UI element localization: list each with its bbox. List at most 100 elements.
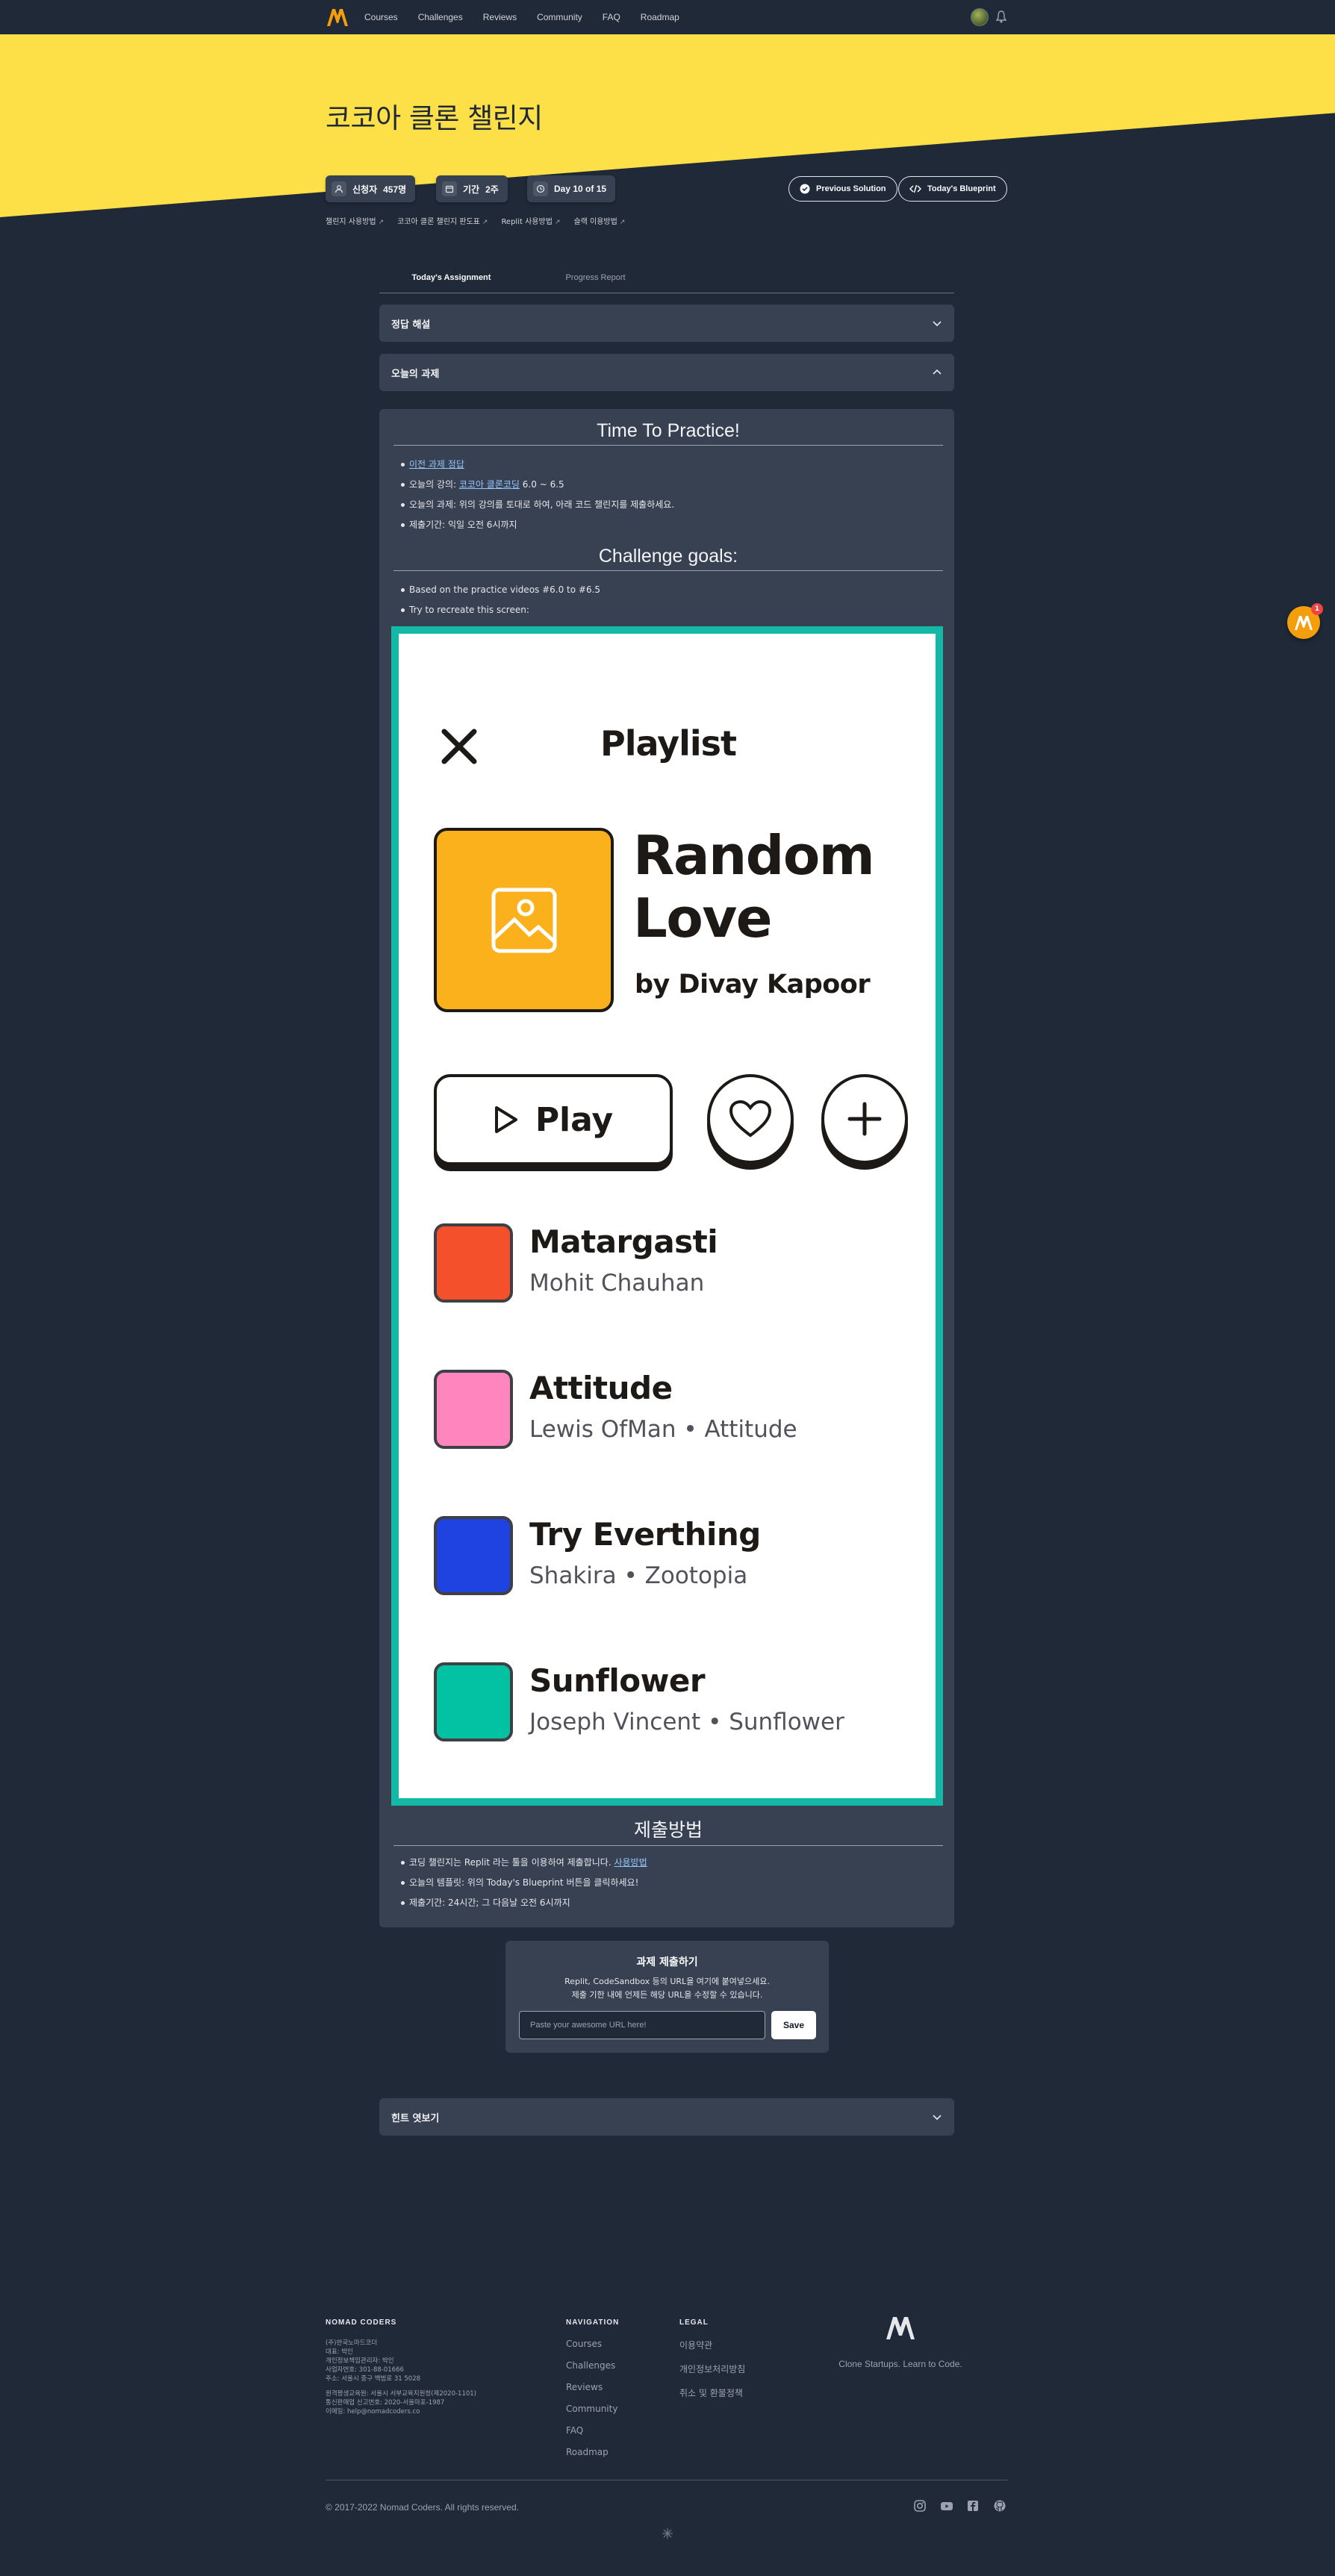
track-cover [434,1370,513,1449]
heart-icon [729,1100,772,1138]
chat-launcher-button[interactable]: 1 [1287,603,1323,639]
play-icon [494,1106,517,1133]
footer-link[interactable]: 이용약관 [679,2339,745,2351]
list-item: 제출기간: 24시간; 그 다음날 오전 6시까지 [401,1897,647,1917]
nav-link-community[interactable]: Community [537,12,582,22]
list-item: 오늘의 강의: 코코아 클론코딩 6.0 ~ 6.5 [400,478,674,499]
page-title: 코코아 클론 챌린지 [326,102,543,134]
footer-link[interactable]: Roadmap [566,2447,619,2457]
external-link-icon: ↗ [554,219,561,226]
list-item: 제출기간: 익일 오전 6시까지 [400,519,674,539]
challenge-screenshot: Playlist Random Love by Divay Kapoor Pla… [391,626,943,1806]
accordion-label: 정답 해설 [391,319,431,331]
nav-link-faq[interactable]: FAQ [603,12,620,22]
track-name: Sunflower [529,1662,706,1699]
help-link[interactable]: 슬랙 이용방법 ↗ [573,215,625,226]
submit-description-line: Replit, CodeSandbox 등의 URL을 여기에 붙여넣으세요. [564,1977,770,1986]
help-link[interactable]: 코코아 클론 챌린지 판도표 ↗ [397,215,488,226]
youtube-icon[interactable] [940,2499,953,2513]
accordion-answer[interactable]: 정답 해설 [379,305,954,342]
top-nav: Courses Challenges Reviews Community FAQ… [0,0,1335,34]
submit-title: 과제 제출하기 [636,1956,698,1968]
track-name: Attitude [529,1370,673,1406]
calendar-icon [442,181,457,196]
badge-value: 2주 [485,184,499,195]
submit-description: Replit, CodeSandbox 등의 URL을 여기에 붙여넣으세요. … [505,1975,829,2002]
album-cover [434,828,614,1012]
check-circle-icon [800,184,810,194]
close-icon [441,729,477,764]
nav-link-challenges[interactable]: Challenges [418,12,463,22]
duration-badge: 기간 2주 [436,175,508,202]
help-link[interactable]: Replit 사용방법 ↗ [501,215,560,226]
submit-form: 과제 제출하기 Replit, CodeSandbox 등의 URL을 여기에 … [505,1941,829,2053]
github-icon[interactable] [993,2499,1006,2513]
track-item: Sunflower Joseph Vincent • Sunflower [434,1662,927,1744]
list-item: Based on the practice videos #6.0 to #6.… [400,584,600,604]
chevron-down-icon [933,321,942,327]
footer-heading: NAVIGATION [566,2318,620,2327]
sparkle-icon [662,2528,673,2539]
accordion-label: 힌트 엿보기 [391,2112,440,2124]
nav-link-reviews[interactable]: Reviews [483,12,517,22]
practice-heading: Time To Practice! [393,420,943,446]
badge-value: 457명 [383,184,407,195]
tab-progress-report[interactable]: Progress Report [523,265,668,293]
notification-count: 1 [1311,603,1323,615]
tab-bar: Today's Assignment Progress Report [379,265,954,293]
track-item: Matargasti Mohit Chauhan [434,1223,927,1306]
footer-company: NOMAD CODERS (주)한국노마드코더 대표: 박인 개인정보책임관리자… [326,2318,520,2416]
nav-link-roadmap[interactable]: Roadmap [641,12,679,22]
previous-answer-link[interactable]: 이전 과제 정답 [409,459,464,470]
external-link-icon: ↗ [619,219,626,226]
nomad-logo-icon [886,2317,915,2339]
submit-method-heading: 제출방법 [393,1815,943,1846]
play-button: Play [434,1074,673,1165]
footer-link[interactable]: FAQ [566,2425,619,2436]
lecture-link[interactable]: 코코아 클론코딩 [459,479,520,490]
copyright: © 2017-2022 Nomad Coders. All rights res… [326,2502,519,2513]
nomad-logo-icon[interactable] [326,7,349,28]
facebook-icon[interactable] [966,2499,980,2513]
footer-link[interactable]: Courses [566,2339,619,2349]
avatar[interactable] [971,8,989,26]
instagram-icon[interactable] [913,2499,927,2513]
list-item: Try to recreate this screen: [400,604,600,624]
help-links: 챌린지 사용방법 ↗ 코코아 클론 챌린지 판도표 ↗ Replit 사용방법 ↗ 슬… [326,215,625,226]
tab-todays-assignment[interactable]: Today's Assignment [379,265,523,293]
day-badge: Day 10 of 15 [527,175,616,202]
badge-value: Day 10 of 15 [554,184,607,194]
accordion-hint[interactable]: 힌트 엿보기 [379,2098,954,2136]
todays-blueprint-button[interactable]: Today's Blueprint [898,176,1007,202]
track-cover [434,1223,513,1303]
playlist-mockup: Playlist Random Love by Divay Kapoor Pla… [399,634,936,1798]
add-button [821,1074,908,1164]
image-icon [491,888,556,952]
footer-link[interactable]: 개인정보처리방침 [679,2363,745,2375]
previous-solution-button[interactable]: Previous Solution [788,176,897,202]
accordion-today[interactable]: 오늘의 과제 [379,354,954,391]
nav-link-courses[interactable]: Courses [364,12,398,22]
chevron-up-icon [933,369,942,375]
submit-method-list: 코딩 챌린지는 Replit 라는 툴을 이용하여 제출합니다. 사용방법 오늘… [401,1856,647,1917]
bell-icon[interactable] [996,10,1006,23]
users-icon [332,181,346,196]
help-link[interactable]: 챌린지 사용방법 ↗ [326,215,384,226]
footer-link[interactable]: Challenges [566,2360,619,2371]
badge-label: 기간 [463,184,480,195]
url-input[interactable]: Paste your awesome URL here! [519,2011,765,2039]
chevron-down-icon [933,2115,942,2121]
footer-link[interactable]: Community [566,2404,619,2414]
applicants-badge: 신청자 457명 [326,175,416,202]
hero-background [0,34,1335,217]
footer-link[interactable]: Reviews [566,2382,619,2392]
usage-link[interactable]: 사용방법 [614,1857,647,1868]
track-artist: Lewis OfMan • Attitude [529,1416,797,1443]
previous-solution-label: Previous Solution [816,184,886,193]
footer-tagline: Clone Startups. Learn to Code. [838,2359,962,2369]
footer-heading: NOMAD CODERS [326,2318,397,2327]
footer-navigation: NAVIGATION Courses Challenges Reviews Co… [566,2318,619,2469]
save-button[interactable]: Save [771,2011,816,2039]
track-name: Try Everthing [529,1516,761,1553]
footer-link[interactable]: 취소 및 환불정책 [679,2386,745,2399]
